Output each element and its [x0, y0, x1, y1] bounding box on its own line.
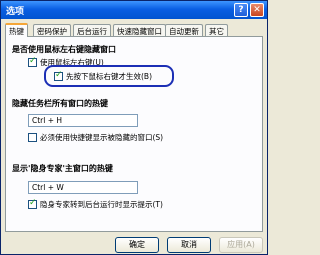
taskbar-section-heading: 隐藏任务栏所有窗口的热键: [12, 99, 108, 108]
options-dialog: 选项 ? ✕ 热键 密码保护 后台运行 快速隐藏窗口 自动更新 其它 是否使用鼠…: [0, 0, 268, 255]
show-hidden-checkbox[interactable]: 必须使用快捷键显示被隐藏的窗口(S): [28, 132, 163, 143]
use-mouse-check-icon[interactable]: [28, 56, 37, 67]
taskbar-hotkey-input[interactable]: Ctrl + H: [28, 114, 138, 127]
tab-quick-hide[interactable]: 快速隐藏窗口: [113, 24, 166, 36]
tab-other[interactable]: 其它: [205, 24, 228, 36]
show-hidden-check-icon[interactable]: [28, 133, 37, 142]
window-title: 选项: [6, 7, 25, 17]
tab-background[interactable]: 后台运行: [73, 24, 111, 36]
tab-auto-update[interactable]: 自动更新: [165, 24, 203, 36]
tab-password[interactable]: 密码保护: [33, 24, 71, 36]
main-window-section-heading: 显示'隐身专家'主窗口的热键: [12, 164, 113, 173]
highlight-circle: [44, 65, 174, 87]
show-hidden-label: 必须使用快捷键显示被隐藏的窗口(S): [40, 133, 164, 142]
show-tip-check-icon[interactable]: [28, 198, 37, 209]
show-tip-checkbox[interactable]: 隐身专家转到后台运行时显示提示(T): [28, 198, 163, 210]
main-window-hotkey-input[interactable]: Ctrl + W: [28, 181, 138, 194]
ok-button[interactable]: 确定: [115, 237, 159, 253]
apply-button[interactable]: 应用(A): [219, 237, 263, 253]
close-button[interactable]: ✕: [250, 3, 264, 17]
tab-hotkeys[interactable]: 热键: [5, 23, 28, 37]
show-tip-label: 隐身专家转到后台运行时显示提示(T): [40, 200, 163, 209]
help-button[interactable]: ?: [234, 3, 248, 17]
mouse-section-heading: 是否使用鼠标左右键隐藏窗口: [12, 45, 116, 54]
cancel-button[interactable]: 取消: [167, 237, 211, 253]
title-bar[interactable]: 选项 ? ✕: [1, 1, 267, 19]
